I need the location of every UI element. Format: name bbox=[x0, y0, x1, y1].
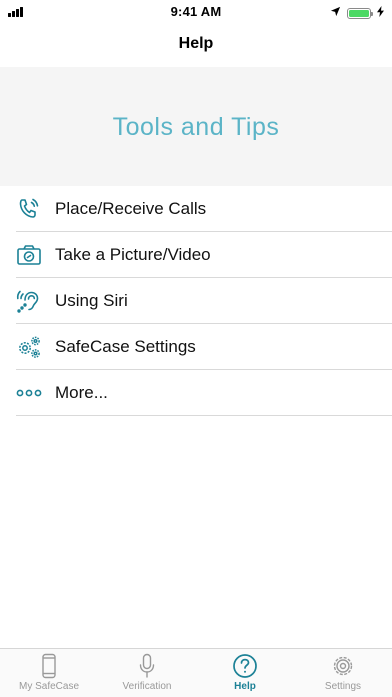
more-dots-icon bbox=[16, 380, 42, 406]
menu-item-more[interactable]: More... bbox=[0, 370, 392, 416]
charging-bolt-icon bbox=[377, 4, 384, 22]
menu-item-label: Take a Picture/Video bbox=[55, 245, 211, 264]
page-title: Help bbox=[178, 35, 214, 52]
gears-icon bbox=[16, 334, 42, 360]
tab-label: My SafeCase bbox=[18, 681, 80, 692]
battery-icon bbox=[347, 7, 373, 19]
menu-item-take-picture-video[interactable]: Take a Picture/Video bbox=[0, 232, 392, 278]
tab-verification[interactable]: Verification bbox=[98, 649, 196, 697]
tab-label: Help bbox=[234, 681, 256, 692]
tab-my-safecase[interactable]: My SafeCase bbox=[0, 649, 98, 697]
battery-level bbox=[349, 9, 369, 17]
status-bar: 9:41 AM bbox=[0, 0, 392, 22]
phone-device-icon bbox=[41, 653, 57, 679]
tab-settings[interactable]: Settings bbox=[294, 649, 392, 697]
status-right bbox=[330, 4, 384, 22]
tab-bar: My SafeCase Verification Help Settings bbox=[0, 648, 392, 697]
menu-item-label: Place/Receive Calls bbox=[55, 199, 207, 218]
menu-item-label: More... bbox=[55, 383, 108, 402]
phone-call-icon bbox=[16, 196, 42, 222]
settings-gear-icon bbox=[330, 653, 356, 679]
menu-item-label: Using Siri bbox=[55, 291, 128, 310]
hero-banner: Tools and Tips bbox=[0, 67, 392, 186]
tab-label: Verification bbox=[122, 681, 172, 692]
hero-title: Tools and Tips bbox=[112, 113, 280, 141]
tab-help[interactable]: Help bbox=[196, 649, 294, 697]
menu-item-using-siri[interactable]: Using Siri bbox=[0, 278, 392, 324]
menu-item-safecase-settings[interactable]: SafeCase Settings bbox=[0, 324, 392, 370]
location-arrow-icon bbox=[330, 4, 341, 22]
tab-label: Settings bbox=[324, 681, 362, 692]
help-menu: Place/Receive Calls Take a Picture/Video bbox=[0, 186, 392, 416]
menu-item-place-receive-calls[interactable]: Place/Receive Calls bbox=[0, 186, 392, 232]
microphone-icon bbox=[138, 653, 156, 679]
help-question-icon bbox=[232, 653, 258, 679]
hearing-assist-icon bbox=[16, 288, 42, 314]
menu-item-label: SafeCase Settings bbox=[55, 337, 196, 356]
camera-icon bbox=[16, 242, 42, 268]
